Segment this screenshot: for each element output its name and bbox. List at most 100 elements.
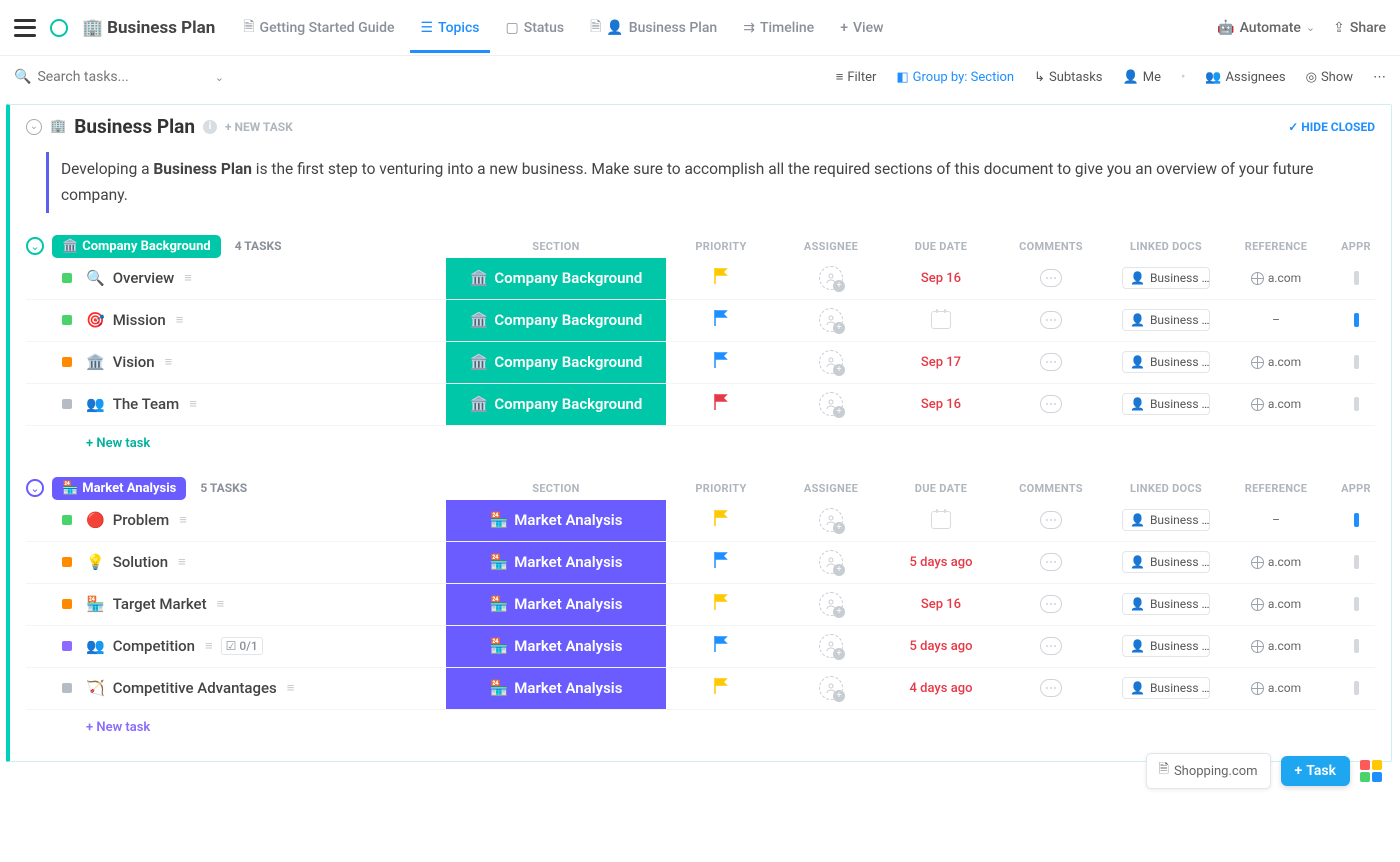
group-pill[interactable]: 🏛️Company Background [52,235,221,258]
assignee[interactable] [776,308,886,332]
status-square[interactable] [62,315,72,325]
task-name[interactable]: 🏪 Target Market ≡ [86,595,446,613]
comments[interactable] [996,679,1106,697]
status-square[interactable] [62,683,72,693]
col-comments[interactable]: COMMENTS [996,482,1106,495]
description-icon[interactable]: ≡ [205,638,213,654]
due-date[interactable]: 5 days ago [886,555,996,570]
reference[interactable]: a.com [1226,597,1326,611]
col-section[interactable]: SECTION [446,482,666,495]
share-button[interactable]: ⇪ Share [1333,20,1386,36]
linked-doc[interactable]: 👤Business … [1106,677,1226,699]
comments[interactable] [996,395,1106,413]
col-assignee[interactable]: ASSIGNEE [776,240,886,253]
linked-doc[interactable]: 👤Business … [1106,351,1226,373]
linked-doc[interactable]: 👤Business … [1106,309,1226,331]
subtask-count[interactable]: ☑ 0/1 [221,637,263,655]
linked-doc[interactable]: 👤Business … [1106,635,1226,657]
assignee[interactable] [776,266,886,290]
group-pill[interactable]: 🏪Market Analysis [52,477,186,500]
description-icon[interactable]: ≡ [165,354,173,370]
priority-flag[interactable] [666,594,776,614]
col-comments[interactable]: COMMENTS [996,240,1106,253]
hide-closed-toggle[interactable]: ✓ HIDE CLOSED [1288,120,1375,134]
col-priority[interactable]: PRIORITY [666,240,776,253]
menu-toggle[interactable] [14,19,36,37]
due-date-empty[interactable] [886,311,996,329]
assignee[interactable] [776,350,886,374]
linked-doc[interactable]: 👤Business … [1106,551,1226,573]
status-square[interactable] [62,273,72,283]
priority-flag[interactable] [666,352,776,372]
task-name[interactable]: 🎯 Mission ≡ [86,311,446,329]
linked-doc[interactable]: 👤Business … [1106,267,1226,289]
task-name[interactable]: 👥 The Team ≡ [86,395,446,413]
chevron-down-icon[interactable]: ⌄ [215,71,224,84]
linked-doc[interactable]: 👤Business … [1106,393,1226,415]
apps-button[interactable] [1360,760,1382,782]
assignee[interactable] [776,392,886,416]
task-name[interactable]: 👥 Competition ≡ ☑ 0/1 [86,637,446,655]
linked-doc[interactable]: 👤Business … [1106,509,1226,531]
task-name[interactable]: 🔴 Problem ≡ [86,511,446,529]
assignee[interactable] [776,550,886,574]
section-cell[interactable]: 🏪 Market Analysis [446,626,666,667]
col-linked[interactable]: LINKED DOCS [1106,482,1226,495]
subtasks-button[interactable]: ↳Subtasks [1034,70,1102,85]
task-name[interactable]: 🏛️ Vision ≡ [86,353,446,371]
description-icon[interactable]: ≡ [178,554,186,570]
new-task-row[interactable]: + New task [26,426,1375,461]
search-input-wrap[interactable]: 🔍 ⌄ [14,69,224,85]
section-cell[interactable]: 🏪 Market Analysis [446,668,666,709]
description-icon[interactable]: ≡ [189,396,197,412]
approval[interactable] [1326,597,1386,611]
status-square[interactable] [62,357,72,367]
col-section[interactable]: SECTION [446,240,666,253]
assignee[interactable] [776,508,886,532]
priority-flag[interactable] [666,310,776,330]
reference[interactable]: a.com [1226,681,1326,695]
collapse-list[interactable]: ⌄ [26,119,42,135]
approval[interactable] [1326,513,1386,527]
reference[interactable]: – [1226,313,1326,327]
automate-button[interactable]: 🤖 Automate ⌄ [1217,20,1315,36]
group-by-button[interactable]: ◧Group by: Section [896,70,1014,85]
filter-button[interactable]: ≡Filter [836,69,877,85]
tab-status[interactable]: ▢ Status [496,14,575,42]
me-button[interactable]: 👤Me [1123,70,1161,85]
task-name[interactable]: 🏹 Competitive Advantages ≡ [86,679,446,697]
comments[interactable] [996,353,1106,371]
show-button[interactable]: ◎Show [1306,70,1353,85]
due-date[interactable]: Sep 17 [886,355,996,370]
reference[interactable]: a.com [1226,355,1326,369]
reference[interactable]: a.com [1226,397,1326,411]
approval[interactable] [1326,681,1386,695]
reference[interactable]: a.com [1226,555,1326,569]
section-cell[interactable]: 🏛️ Company Background [446,384,666,425]
task-name[interactable]: 💡 Solution ≡ [86,553,446,571]
section-cell[interactable]: 🏪 Market Analysis [446,542,666,583]
due-date[interactable]: Sep 16 [886,271,996,286]
priority-flag[interactable] [666,268,776,288]
description-icon[interactable]: ≡ [179,512,187,528]
group-collapse[interactable]: ⌄ [26,237,44,255]
approval[interactable] [1326,355,1386,369]
search-input[interactable] [37,69,177,85]
reference[interactable]: a.com [1226,271,1326,285]
tab-add-view[interactable]: + View [830,14,893,42]
col-appr[interactable]: APPR [1326,240,1386,253]
comments[interactable] [996,511,1106,529]
approval[interactable] [1326,271,1386,285]
section-cell[interactable]: 🏪 Market Analysis [446,500,666,541]
approval[interactable] [1326,397,1386,411]
due-date[interactable]: Sep 16 [886,597,996,612]
assignee[interactable] [776,634,886,658]
tab-business-plan[interactable]: 🗎 👤 Business Plan [580,10,727,46]
linked-doc[interactable]: 👤Business … [1106,593,1226,615]
col-assignee[interactable]: ASSIGNEE [776,482,886,495]
comments[interactable] [996,269,1106,287]
shopping-chip[interactable]: 🗎 Shopping.com [1146,753,1271,789]
col-linked[interactable]: LINKED DOCS [1106,240,1226,253]
tab-getting-started[interactable]: 🗎 Getting Started Guide [233,10,404,46]
tab-timeline[interactable]: ⇉ Timeline [733,14,824,42]
